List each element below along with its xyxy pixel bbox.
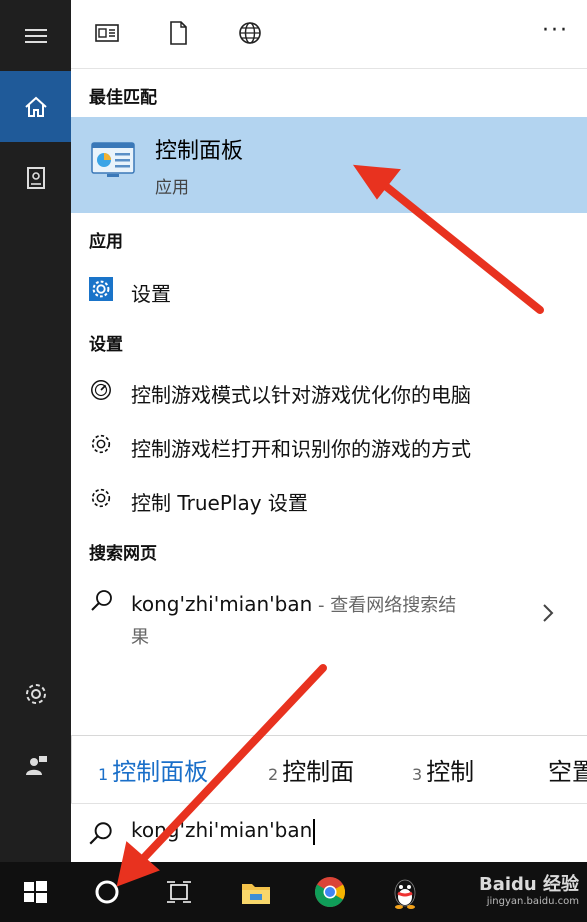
setting-item-label: 控制游戏栏打开和识别你的游戏的方式 [131,437,471,461]
rail-feedback-button[interactable] [0,730,71,801]
file-explorer-button[interactable] [226,862,286,922]
gauge-icon [88,377,114,403]
qq-icon [394,879,416,909]
hamburger-icon [24,28,47,43]
best-match-item[interactable]: 控制面板 应用 [71,117,587,213]
windows-start-icon [24,881,47,903]
document-layout-icon [95,24,119,42]
gear-icon [25,683,46,704]
globe-icon [239,22,261,44]
control-panel-icon [91,142,135,177]
settings-header: 设置 [89,335,123,355]
cortana-search-icon [95,880,119,904]
web-search-suffix: - 查看网络搜索结 [312,595,457,616]
web-search-item[interactable]: kong'zhi'mian'ban - 查看网络搜索结 果 [71,580,587,650]
setting-item-game-mode[interactable]: 控制游戏模式以针对游戏优化你的电脑 [71,369,587,413]
home-icon [24,96,47,117]
more-options-button[interactable]: ··· [542,18,569,43]
app-item-label: 设置 [131,282,171,306]
ime-candidate-4[interactable]: 空置 [544,752,587,787]
rail-notebook-button[interactable] [0,142,71,213]
gear-icon [88,485,114,511]
filter-apps-button[interactable] [92,18,122,48]
best-match-header: 最佳匹配 [89,88,157,108]
web-search-query: kong'zhi'mian'ban [131,592,313,616]
user-feedback-icon [25,755,47,775]
gear-icon [88,431,114,457]
chrome-button[interactable] [300,862,360,922]
settings-app-icon [88,276,114,302]
search-web-header: 搜索网页 [89,544,157,564]
notebook-icon [26,166,45,189]
web-search-text: kong'zhi'mian'ban - 查看网络搜索结 果 [131,588,511,654]
best-match-title: 控制面板 [155,139,244,164]
start-button[interactable] [5,862,65,922]
search-box[interactable]: kong'zhi'mian'ban [71,803,587,863]
search-results-panel: ··· 最佳匹配 控制面板 应用 应用 设置 设置 控制游戏模式以针对游戏优化你… [71,0,587,863]
ime-candidate-bar: 1 控制面板 2 控制面 3 控制 空置 [71,735,587,805]
cortana-button[interactable] [77,862,137,922]
ime-candidate-1[interactable]: 1 控制面板 [98,752,208,787]
chevron-right-icon[interactable] [541,602,555,624]
baidu-watermark: Baidu 经验 jingyan.baidu.com [478,874,579,907]
setting-item-game-bar[interactable]: 控制游戏栏打开和识别你的游戏的方式 [71,423,587,467]
rail-home-button[interactable] [0,71,71,142]
setting-item-label: 控制 TruePlay 设置 [131,491,308,515]
task-view-button[interactable] [149,862,209,922]
left-rail [0,0,71,862]
app-item-settings[interactable]: 设置 [71,268,587,312]
chrome-icon [314,877,346,908]
ime-candidate-3[interactable]: 3 控制 [412,752,474,787]
best-match-subtitle: 应用 [155,178,189,198]
hamburger-menu-button[interactable] [0,0,71,71]
setting-item-label: 控制游戏模式以针对游戏优化你的电脑 [131,383,471,407]
file-explorer-icon [242,884,270,904]
apps-header: 应用 [89,232,123,252]
filter-web-button[interactable] [235,18,265,48]
search-input[interactable]: kong'zhi'mian'ban [131,818,316,845]
ime-candidate-2[interactable]: 2 控制面 [268,752,354,787]
search-icon [89,822,112,845]
web-search-suffix-cont: 果 [131,627,149,648]
filter-toolbar: ··· [71,0,587,69]
setting-item-trueplay[interactable]: 控制 TruePlay 设置 [71,477,587,521]
qq-button[interactable] [375,862,435,922]
blank-page-icon [170,21,187,45]
rail-settings-button[interactable] [0,658,71,729]
search-icon [91,590,112,611]
task-view-icon [167,881,191,903]
filter-documents-button[interactable] [163,18,193,48]
